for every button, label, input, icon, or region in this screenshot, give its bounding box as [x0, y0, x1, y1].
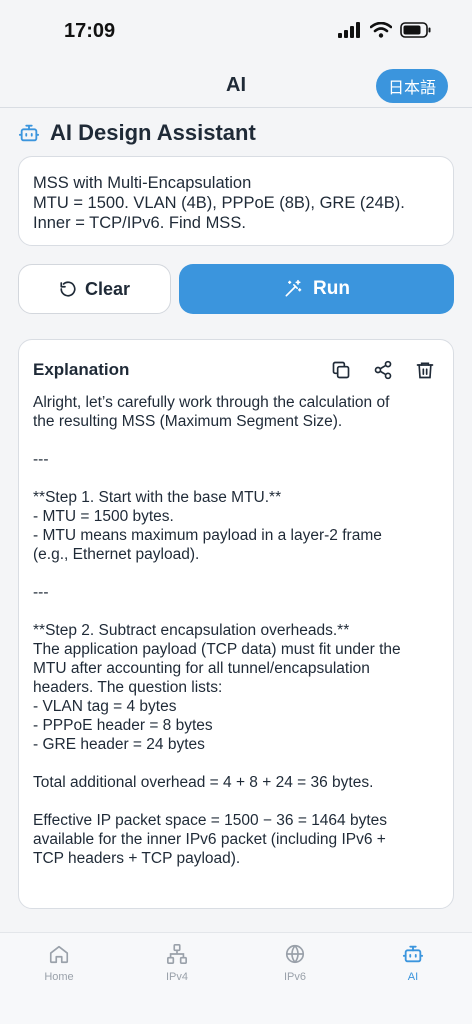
home-icon — [49, 945, 69, 964]
explanation-line: Effective IP packet space = 1500 − 36 = … — [33, 812, 388, 829]
status-time: 17:09 — [64, 20, 116, 42]
explanation-actions — [329, 358, 437, 382]
tab-home[interactable]: Home — [29, 943, 89, 983]
explanation-line: **Step 2. Subtract encapsulation overhea… — [33, 622, 350, 639]
network-icon — [167, 944, 187, 964]
explanation-line: - VLAN tag = 4 bytes — [33, 698, 177, 715]
explanation-line: --- — [33, 584, 49, 601]
tab-label: IPv4 — [165, 971, 188, 983]
explanation-line: - MTU = 1500 bytes. — [33, 508, 174, 525]
robot-icon — [402, 945, 424, 963]
battery-icon — [400, 22, 431, 38]
explanation-title: Explanation — [33, 360, 130, 379]
explanation-line: - GRE header = 24 bytes — [33, 736, 205, 753]
explanation-line: **Step 1. Start with the base MTU.** — [33, 489, 282, 506]
status-icons — [338, 22, 432, 38]
run-label: Run — [313, 278, 350, 299]
wifi-icon — [370, 22, 392, 38]
tab-ipv4[interactable]: IPv4 — [147, 943, 207, 983]
clear-label: Clear — [84, 278, 131, 299]
explanation-line: Total additional overhead = 4 + 8 + 24 =… — [33, 774, 374, 791]
robot-icon — [18, 124, 40, 142]
tab-ipv6[interactable]: IPv6 — [265, 943, 325, 983]
prompt-line: Inner = TCP/IPv6. Find MSS. — [33, 214, 246, 232]
section-title: AI Design Assistant — [50, 120, 256, 145]
nav-bar: AI 日本語 — [0, 62, 472, 108]
tab-label: IPv6 — [283, 971, 306, 983]
explanation-line — [33, 602, 443, 621]
explanation-line — [33, 792, 443, 811]
tab-ai[interactable]: AI — [383, 943, 443, 983]
action-buttons: Clear Run — [18, 264, 454, 314]
signal-icon — [338, 22, 360, 38]
magic-wand-icon — [285, 279, 302, 297]
explanation-line: Alright, let’s carefully work through th… — [33, 394, 390, 411]
explanation-line: headers. The question lists: — [33, 679, 223, 696]
tab-label: AI — [407, 971, 419, 983]
prompt-line: MSS with Multi-Encapsulation — [33, 174, 252, 192]
explanation-line — [33, 564, 443, 583]
explanation-text: Alright, let’s carefully work through th… — [33, 393, 443, 868]
status-bar: 17:09 — [0, 0, 472, 62]
clear-button[interactable]: Clear — [18, 264, 171, 314]
explanation-line — [33, 469, 443, 488]
copy-icon[interactable] — [329, 358, 353, 382]
prompt-line: MTU = 1500. VLAN (4B), PPPoE (8B), GRE (… — [33, 194, 405, 212]
prompt-input[interactable]: MSS with Multi-Encapsulation MTU = 1500.… — [18, 156, 454, 246]
explanation-line — [33, 431, 443, 450]
explanation-card: Explanation Alright, let’s carefully wor… — [18, 339, 454, 909]
tab-label: Home — [44, 971, 74, 983]
explanation-line: available for the inner IPv6 packet (inc… — [33, 831, 386, 848]
explanation-line: MTU after accounting for all tunnel/enca… — [33, 660, 370, 677]
explanation-line: (e.g., Ethernet payload). — [33, 546, 200, 563]
share-icon[interactable] — [371, 358, 395, 382]
reset-icon — [60, 281, 76, 297]
run-button[interactable]: Run — [179, 264, 454, 314]
explanation-line: the resulting MSS (Maximum Segment Size)… — [33, 413, 343, 430]
explanation-line: - MTU means maximum payload in a layer-2… — [33, 527, 382, 544]
language-button[interactable]: 日本語 — [375, 69, 448, 103]
globe-icon — [285, 944, 305, 964]
section-header: AI Design Assistant — [18, 120, 256, 146]
explanation-line: --- — [33, 451, 49, 468]
tab-bar: Home IPv4 IPv6 AI — [0, 932, 472, 1024]
explanation-line: - PPPoE header = 8 bytes — [33, 717, 213, 734]
explanation-line: TCP headers + TCP payload). — [33, 850, 241, 867]
trash-icon[interactable] — [413, 358, 437, 382]
explanation-line: The application payload (TCP data) must … — [33, 641, 401, 658]
explanation-line — [33, 754, 443, 773]
